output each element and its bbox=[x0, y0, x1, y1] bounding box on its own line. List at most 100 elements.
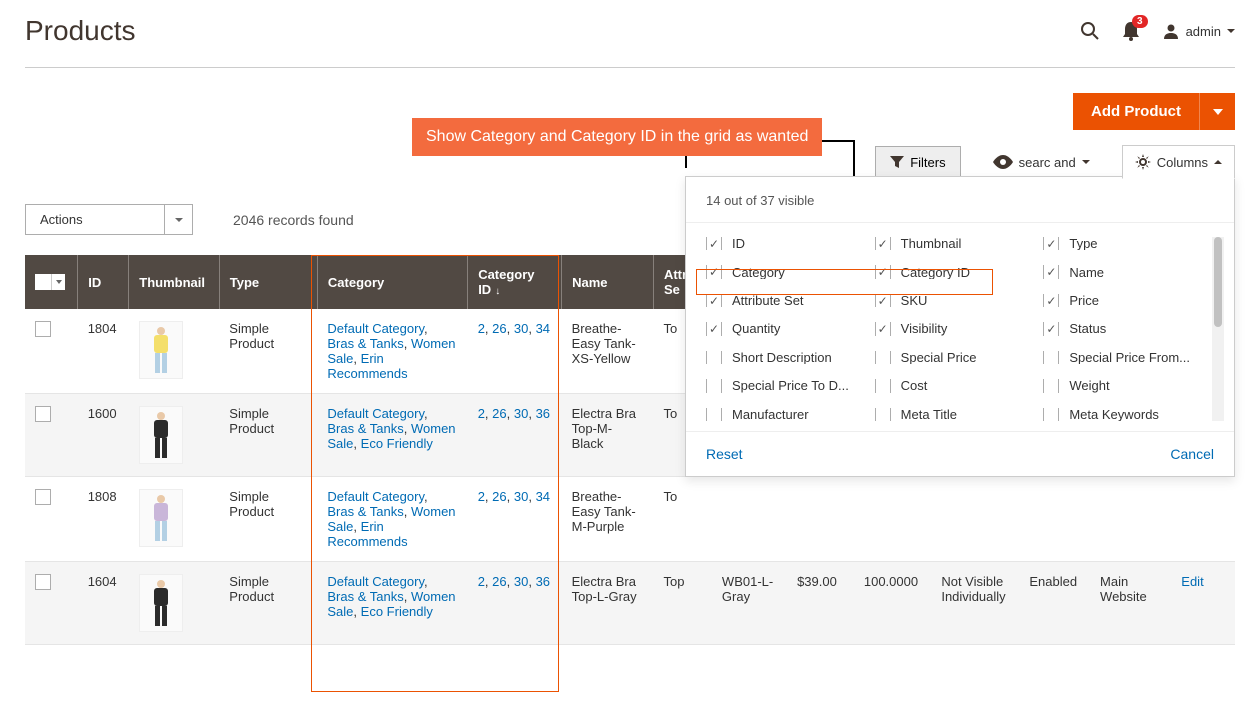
row-checkbox[interactable] bbox=[35, 406, 51, 422]
checkbox[interactable] bbox=[1043, 351, 1059, 364]
column-toggle[interactable]: Type bbox=[1043, 237, 1212, 250]
view-dropdown[interactable]: searc and bbox=[993, 155, 1090, 170]
category-id-link[interactable]: 30 bbox=[514, 574, 528, 589]
column-toggle[interactable]: Attribute Set bbox=[706, 294, 875, 307]
column-toggle[interactable]: Short Description bbox=[706, 351, 875, 364]
column-toggle[interactable]: Meta Keywords bbox=[1043, 408, 1212, 421]
columns-panel-scrollbar[interactable] bbox=[1212, 237, 1224, 421]
checkbox[interactable] bbox=[706, 379, 722, 392]
columns-dropdown[interactable]: Columns bbox=[1122, 145, 1235, 179]
column-toggle[interactable]: Manufacturer bbox=[706, 408, 875, 421]
checkbox[interactable] bbox=[1043, 379, 1059, 392]
table-row[interactable]: 1604Simple ProductDefault Category, Bras… bbox=[25, 562, 1235, 645]
category-link[interactable]: Bras & Tanks bbox=[327, 589, 403, 604]
edit-link[interactable]: Edit bbox=[1181, 574, 1203, 589]
category-id-link[interactable]: 30 bbox=[514, 321, 528, 336]
category-id-link[interactable]: 34 bbox=[536, 321, 550, 336]
select-all-checkbox[interactable] bbox=[35, 274, 51, 290]
column-toggle[interactable]: ID bbox=[706, 237, 875, 250]
column-toggle[interactable]: Category ID bbox=[875, 265, 1044, 278]
column-toggle[interactable]: Thumbnail bbox=[875, 237, 1044, 250]
column-toggle[interactable]: Price bbox=[1043, 294, 1212, 307]
table-row[interactable]: 1808Simple ProductDefault Category, Bras… bbox=[25, 477, 1235, 562]
checkbox[interactable] bbox=[875, 408, 891, 421]
category-link[interactable]: Eco Friendly bbox=[361, 436, 433, 451]
bulk-actions-select[interactable]: Actions bbox=[25, 204, 193, 235]
category-id-link[interactable]: 36 bbox=[536, 574, 550, 589]
category-link[interactable]: Default Category bbox=[327, 406, 424, 421]
checkbox[interactable] bbox=[875, 379, 891, 392]
col-header-category-id[interactable]: Category ID↓ bbox=[468, 255, 562, 309]
category-id-link[interactable]: 30 bbox=[514, 406, 528, 421]
category-link[interactable]: Default Category bbox=[327, 321, 424, 336]
admin-dropdown[interactable]: admin bbox=[1162, 22, 1235, 40]
category-id-link[interactable]: 2 bbox=[478, 321, 485, 336]
product-thumbnail[interactable] bbox=[139, 406, 183, 464]
checkbox[interactable] bbox=[875, 294, 891, 307]
col-header-id[interactable]: ID bbox=[78, 255, 129, 309]
column-toggle[interactable]: Special Price From... bbox=[1043, 351, 1212, 364]
column-toggle[interactable]: Special Price To D... bbox=[706, 379, 875, 392]
notification-icon[interactable]: 3 bbox=[1122, 21, 1140, 41]
column-toggle[interactable]: Quantity bbox=[706, 322, 875, 335]
column-toggle[interactable]: Meta Title bbox=[875, 408, 1044, 421]
column-toggle[interactable]: SKU bbox=[875, 294, 1044, 307]
columns-cancel-link[interactable]: Cancel bbox=[1170, 446, 1214, 462]
checkbox[interactable] bbox=[706, 351, 722, 364]
col-header-thumbnail[interactable]: Thumbnail bbox=[129, 255, 220, 309]
checkbox[interactable] bbox=[706, 265, 722, 278]
col-header-category[interactable]: Category bbox=[317, 255, 467, 309]
filters-button[interactable]: Filters bbox=[875, 146, 960, 179]
select-all-dropdown[interactable] bbox=[51, 274, 65, 290]
search-icon[interactable] bbox=[1080, 21, 1100, 41]
column-toggle[interactable]: Weight bbox=[1043, 379, 1212, 392]
category-id-link[interactable]: 26 bbox=[492, 489, 506, 504]
category-id-link[interactable]: 30 bbox=[514, 489, 528, 504]
category-link[interactable]: Bras & Tanks bbox=[327, 421, 403, 436]
category-id-link[interactable]: 34 bbox=[536, 489, 550, 504]
category-link[interactable]: Bras & Tanks bbox=[327, 336, 403, 351]
row-checkbox[interactable] bbox=[35, 489, 51, 505]
checkbox[interactable] bbox=[1043, 322, 1059, 335]
product-thumbnail[interactable] bbox=[139, 489, 183, 547]
column-toggle[interactable]: Name bbox=[1043, 265, 1212, 278]
checkbox[interactable] bbox=[1043, 237, 1059, 250]
column-toggle[interactable]: Status bbox=[1043, 322, 1212, 335]
checkbox[interactable] bbox=[706, 408, 722, 421]
category-link[interactable]: Eco Friendly bbox=[361, 604, 433, 619]
category-link[interactable]: Default Category bbox=[327, 574, 424, 589]
checkbox[interactable] bbox=[1043, 294, 1059, 307]
column-toggle-label: Type bbox=[1069, 237, 1097, 250]
category-id-link[interactable]: 26 bbox=[492, 406, 506, 421]
category-id-link[interactable]: 26 bbox=[492, 321, 506, 336]
checkbox[interactable] bbox=[875, 237, 891, 250]
row-checkbox[interactable] bbox=[35, 321, 51, 337]
category-link[interactable]: Default Category bbox=[327, 489, 424, 504]
col-header-name[interactable]: Name bbox=[562, 255, 654, 309]
checkbox[interactable] bbox=[875, 322, 891, 335]
checkbox[interactable] bbox=[706, 294, 722, 307]
add-product-dropdown[interactable] bbox=[1199, 93, 1235, 130]
column-toggle[interactable]: Special Price bbox=[875, 351, 1044, 364]
category-id-link[interactable]: 2 bbox=[478, 489, 485, 504]
checkbox[interactable] bbox=[875, 351, 891, 364]
category-id-link[interactable]: 2 bbox=[478, 406, 485, 421]
checkbox[interactable] bbox=[1043, 408, 1059, 421]
category-id-link[interactable]: 2 bbox=[478, 574, 485, 589]
row-checkbox[interactable] bbox=[35, 574, 51, 590]
col-header-type[interactable]: Type bbox=[219, 255, 317, 309]
columns-reset-link[interactable]: Reset bbox=[706, 446, 743, 462]
category-link[interactable]: Bras & Tanks bbox=[327, 504, 403, 519]
checkbox[interactable] bbox=[706, 322, 722, 335]
checkbox[interactable] bbox=[706, 237, 722, 250]
category-id-link[interactable]: 36 bbox=[536, 406, 550, 421]
add-product-button[interactable]: Add Product bbox=[1073, 93, 1199, 130]
column-toggle[interactable]: Cost bbox=[875, 379, 1044, 392]
checkbox[interactable] bbox=[875, 265, 891, 278]
product-thumbnail[interactable] bbox=[139, 574, 183, 632]
checkbox[interactable] bbox=[1043, 265, 1059, 278]
product-thumbnail[interactable] bbox=[139, 321, 183, 379]
column-toggle[interactable]: Category bbox=[706, 265, 875, 278]
category-id-link[interactable]: 26 bbox=[492, 574, 506, 589]
column-toggle[interactable]: Visibility bbox=[875, 322, 1044, 335]
